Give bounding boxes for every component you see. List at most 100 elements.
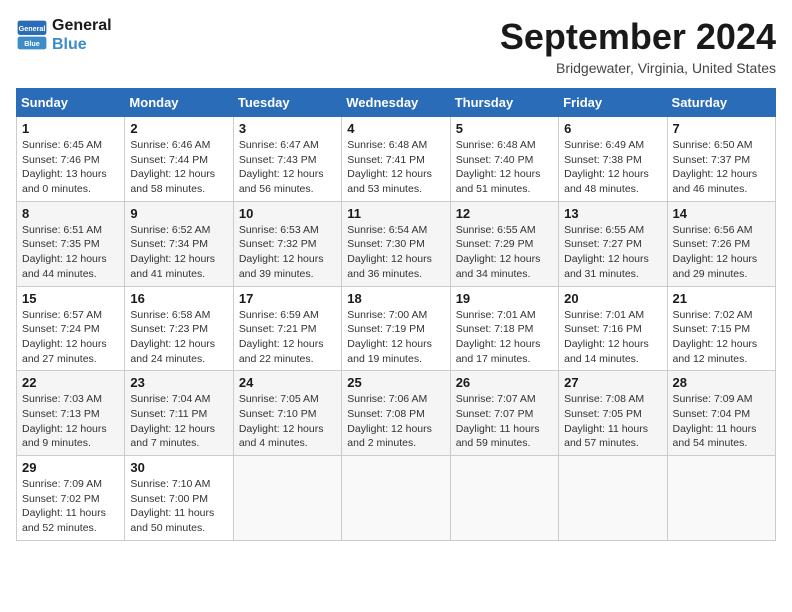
- calendar-cell: 2 Sunrise: 6:46 AM Sunset: 7:44 PM Dayli…: [125, 117, 233, 202]
- day-info: Sunrise: 7:08 AM Sunset: 7:05 PM Dayligh…: [564, 392, 661, 451]
- calendar-cell: 9 Sunrise: 6:52 AM Sunset: 7:34 PM Dayli…: [125, 201, 233, 286]
- day-number: 7: [673, 121, 770, 136]
- day-number: 23: [130, 375, 227, 390]
- day-info: Sunrise: 7:10 AM Sunset: 7:00 PM Dayligh…: [130, 477, 227, 536]
- day-info: Sunrise: 6:45 AM Sunset: 7:46 PM Dayligh…: [22, 138, 119, 197]
- day-number: 28: [673, 375, 770, 390]
- day-number: 19: [456, 291, 553, 306]
- day-info: Sunrise: 7:05 AM Sunset: 7:10 PM Dayligh…: [239, 392, 336, 451]
- calendar-cell: [233, 456, 341, 541]
- day-info: Sunrise: 6:51 AM Sunset: 7:35 PM Dayligh…: [22, 223, 119, 282]
- header-sunday: Sunday: [17, 89, 125, 117]
- day-info: Sunrise: 6:47 AM Sunset: 7:43 PM Dayligh…: [239, 138, 336, 197]
- calendar-header-row: Sunday Monday Tuesday Wednesday Thursday…: [17, 89, 776, 117]
- day-info: Sunrise: 6:48 AM Sunset: 7:41 PM Dayligh…: [347, 138, 444, 197]
- calendar-cell: [559, 456, 667, 541]
- day-info: Sunrise: 6:50 AM Sunset: 7:37 PM Dayligh…: [673, 138, 770, 197]
- day-number: 14: [673, 206, 770, 221]
- day-info: Sunrise: 6:46 AM Sunset: 7:44 PM Dayligh…: [130, 138, 227, 197]
- calendar-cell: 8 Sunrise: 6:51 AM Sunset: 7:35 PM Dayli…: [17, 201, 125, 286]
- header-saturday: Saturday: [667, 89, 775, 117]
- calendar-cell: 22 Sunrise: 7:03 AM Sunset: 7:13 PM Dayl…: [17, 371, 125, 456]
- day-info: Sunrise: 6:54 AM Sunset: 7:30 PM Dayligh…: [347, 223, 444, 282]
- day-number: 30: [130, 460, 227, 475]
- day-info: Sunrise: 7:01 AM Sunset: 7:18 PM Dayligh…: [456, 308, 553, 367]
- day-info: Sunrise: 7:07 AM Sunset: 7:07 PM Dayligh…: [456, 392, 553, 451]
- day-number: 12: [456, 206, 553, 221]
- day-number: 11: [347, 206, 444, 221]
- day-info: Sunrise: 7:09 AM Sunset: 7:02 PM Dayligh…: [22, 477, 119, 536]
- day-number: 25: [347, 375, 444, 390]
- day-number: 1: [22, 121, 119, 136]
- calendar-cell: 7 Sunrise: 6:50 AM Sunset: 7:37 PM Dayli…: [667, 117, 775, 202]
- day-number: 15: [22, 291, 119, 306]
- day-info: Sunrise: 6:52 AM Sunset: 7:34 PM Dayligh…: [130, 223, 227, 282]
- calendar-cell: [342, 456, 450, 541]
- day-number: 29: [22, 460, 119, 475]
- day-number: 22: [22, 375, 119, 390]
- day-info: Sunrise: 6:58 AM Sunset: 7:23 PM Dayligh…: [130, 308, 227, 367]
- title-block: September 2024 Bridgewater, Virginia, Un…: [500, 16, 776, 76]
- header-wednesday: Wednesday: [342, 89, 450, 117]
- logo-general: General: [52, 16, 112, 35]
- day-number: 6: [564, 121, 661, 136]
- day-info: Sunrise: 6:59 AM Sunset: 7:21 PM Dayligh…: [239, 308, 336, 367]
- calendar-cell: 27 Sunrise: 7:08 AM Sunset: 7:05 PM Dayl…: [559, 371, 667, 456]
- calendar-cell: 13 Sunrise: 6:55 AM Sunset: 7:27 PM Dayl…: [559, 201, 667, 286]
- day-number: 20: [564, 291, 661, 306]
- calendar-cell: [450, 456, 558, 541]
- day-info: Sunrise: 6:48 AM Sunset: 7:40 PM Dayligh…: [456, 138, 553, 197]
- calendar-cell: 26 Sunrise: 7:07 AM Sunset: 7:07 PM Dayl…: [450, 371, 558, 456]
- month-title: September 2024: [500, 16, 776, 58]
- day-info: Sunrise: 7:02 AM Sunset: 7:15 PM Dayligh…: [673, 308, 770, 367]
- day-number: 16: [130, 291, 227, 306]
- calendar-cell: 4 Sunrise: 6:48 AM Sunset: 7:41 PM Dayli…: [342, 117, 450, 202]
- day-number: 9: [130, 206, 227, 221]
- day-number: 5: [456, 121, 553, 136]
- calendar-cell: 3 Sunrise: 6:47 AM Sunset: 7:43 PM Dayli…: [233, 117, 341, 202]
- svg-text:General: General: [19, 24, 46, 33]
- day-number: 24: [239, 375, 336, 390]
- calendar-cell: 15 Sunrise: 6:57 AM Sunset: 7:24 PM Dayl…: [17, 286, 125, 371]
- day-info: Sunrise: 6:53 AM Sunset: 7:32 PM Dayligh…: [239, 223, 336, 282]
- calendar-cell: 6 Sunrise: 6:49 AM Sunset: 7:38 PM Dayli…: [559, 117, 667, 202]
- day-info: Sunrise: 7:06 AM Sunset: 7:08 PM Dayligh…: [347, 392, 444, 451]
- svg-text:Blue: Blue: [24, 39, 40, 48]
- calendar-cell: 28 Sunrise: 7:09 AM Sunset: 7:04 PM Dayl…: [667, 371, 775, 456]
- day-info: Sunrise: 7:09 AM Sunset: 7:04 PM Dayligh…: [673, 392, 770, 451]
- location-subtitle: Bridgewater, Virginia, United States: [500, 60, 776, 76]
- calendar-cell: 29 Sunrise: 7:09 AM Sunset: 7:02 PM Dayl…: [17, 456, 125, 541]
- day-info: Sunrise: 6:55 AM Sunset: 7:27 PM Dayligh…: [564, 223, 661, 282]
- header-tuesday: Tuesday: [233, 89, 341, 117]
- day-info: Sunrise: 6:56 AM Sunset: 7:26 PM Dayligh…: [673, 223, 770, 282]
- calendar-cell: [667, 456, 775, 541]
- calendar-cell: 19 Sunrise: 7:01 AM Sunset: 7:18 PM Dayl…: [450, 286, 558, 371]
- calendar-cell: 11 Sunrise: 6:54 AM Sunset: 7:30 PM Dayl…: [342, 201, 450, 286]
- calendar-cell: 24 Sunrise: 7:05 AM Sunset: 7:10 PM Dayl…: [233, 371, 341, 456]
- header-monday: Monday: [125, 89, 233, 117]
- day-info: Sunrise: 6:49 AM Sunset: 7:38 PM Dayligh…: [564, 138, 661, 197]
- calendar-cell: 30 Sunrise: 7:10 AM Sunset: 7:00 PM Dayl…: [125, 456, 233, 541]
- day-info: Sunrise: 7:00 AM Sunset: 7:19 PM Dayligh…: [347, 308, 444, 367]
- calendar-cell: 14 Sunrise: 6:56 AM Sunset: 7:26 PM Dayl…: [667, 201, 775, 286]
- day-info: Sunrise: 6:55 AM Sunset: 7:29 PM Dayligh…: [456, 223, 553, 282]
- calendar-table: Sunday Monday Tuesday Wednesday Thursday…: [16, 88, 776, 541]
- day-number: 13: [564, 206, 661, 221]
- logo: General Blue General Blue: [16, 16, 112, 54]
- calendar-cell: 12 Sunrise: 6:55 AM Sunset: 7:29 PM Dayl…: [450, 201, 558, 286]
- day-info: Sunrise: 7:03 AM Sunset: 7:13 PM Dayligh…: [22, 392, 119, 451]
- day-number: 4: [347, 121, 444, 136]
- header-friday: Friday: [559, 89, 667, 117]
- calendar-cell: 25 Sunrise: 7:06 AM Sunset: 7:08 PM Dayl…: [342, 371, 450, 456]
- day-number: 21: [673, 291, 770, 306]
- logo-blue: Blue: [52, 35, 112, 54]
- calendar-cell: 17 Sunrise: 6:59 AM Sunset: 7:21 PM Dayl…: [233, 286, 341, 371]
- calendar-cell: 5 Sunrise: 6:48 AM Sunset: 7:40 PM Dayli…: [450, 117, 558, 202]
- calendar-cell: 18 Sunrise: 7:00 AM Sunset: 7:19 PM Dayl…: [342, 286, 450, 371]
- day-number: 2: [130, 121, 227, 136]
- calendar-cell: 21 Sunrise: 7:02 AM Sunset: 7:15 PM Dayl…: [667, 286, 775, 371]
- calendar-cell: 1 Sunrise: 6:45 AM Sunset: 7:46 PM Dayli…: [17, 117, 125, 202]
- day-number: 27: [564, 375, 661, 390]
- calendar-cell: 16 Sunrise: 6:58 AM Sunset: 7:23 PM Dayl…: [125, 286, 233, 371]
- calendar-cell: 10 Sunrise: 6:53 AM Sunset: 7:32 PM Dayl…: [233, 201, 341, 286]
